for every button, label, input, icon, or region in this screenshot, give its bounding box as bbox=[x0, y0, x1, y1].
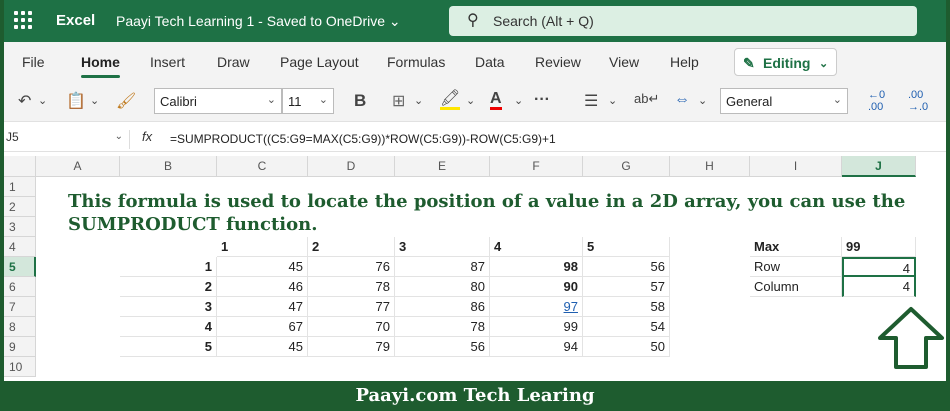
border-frame bbox=[0, 0, 950, 411]
